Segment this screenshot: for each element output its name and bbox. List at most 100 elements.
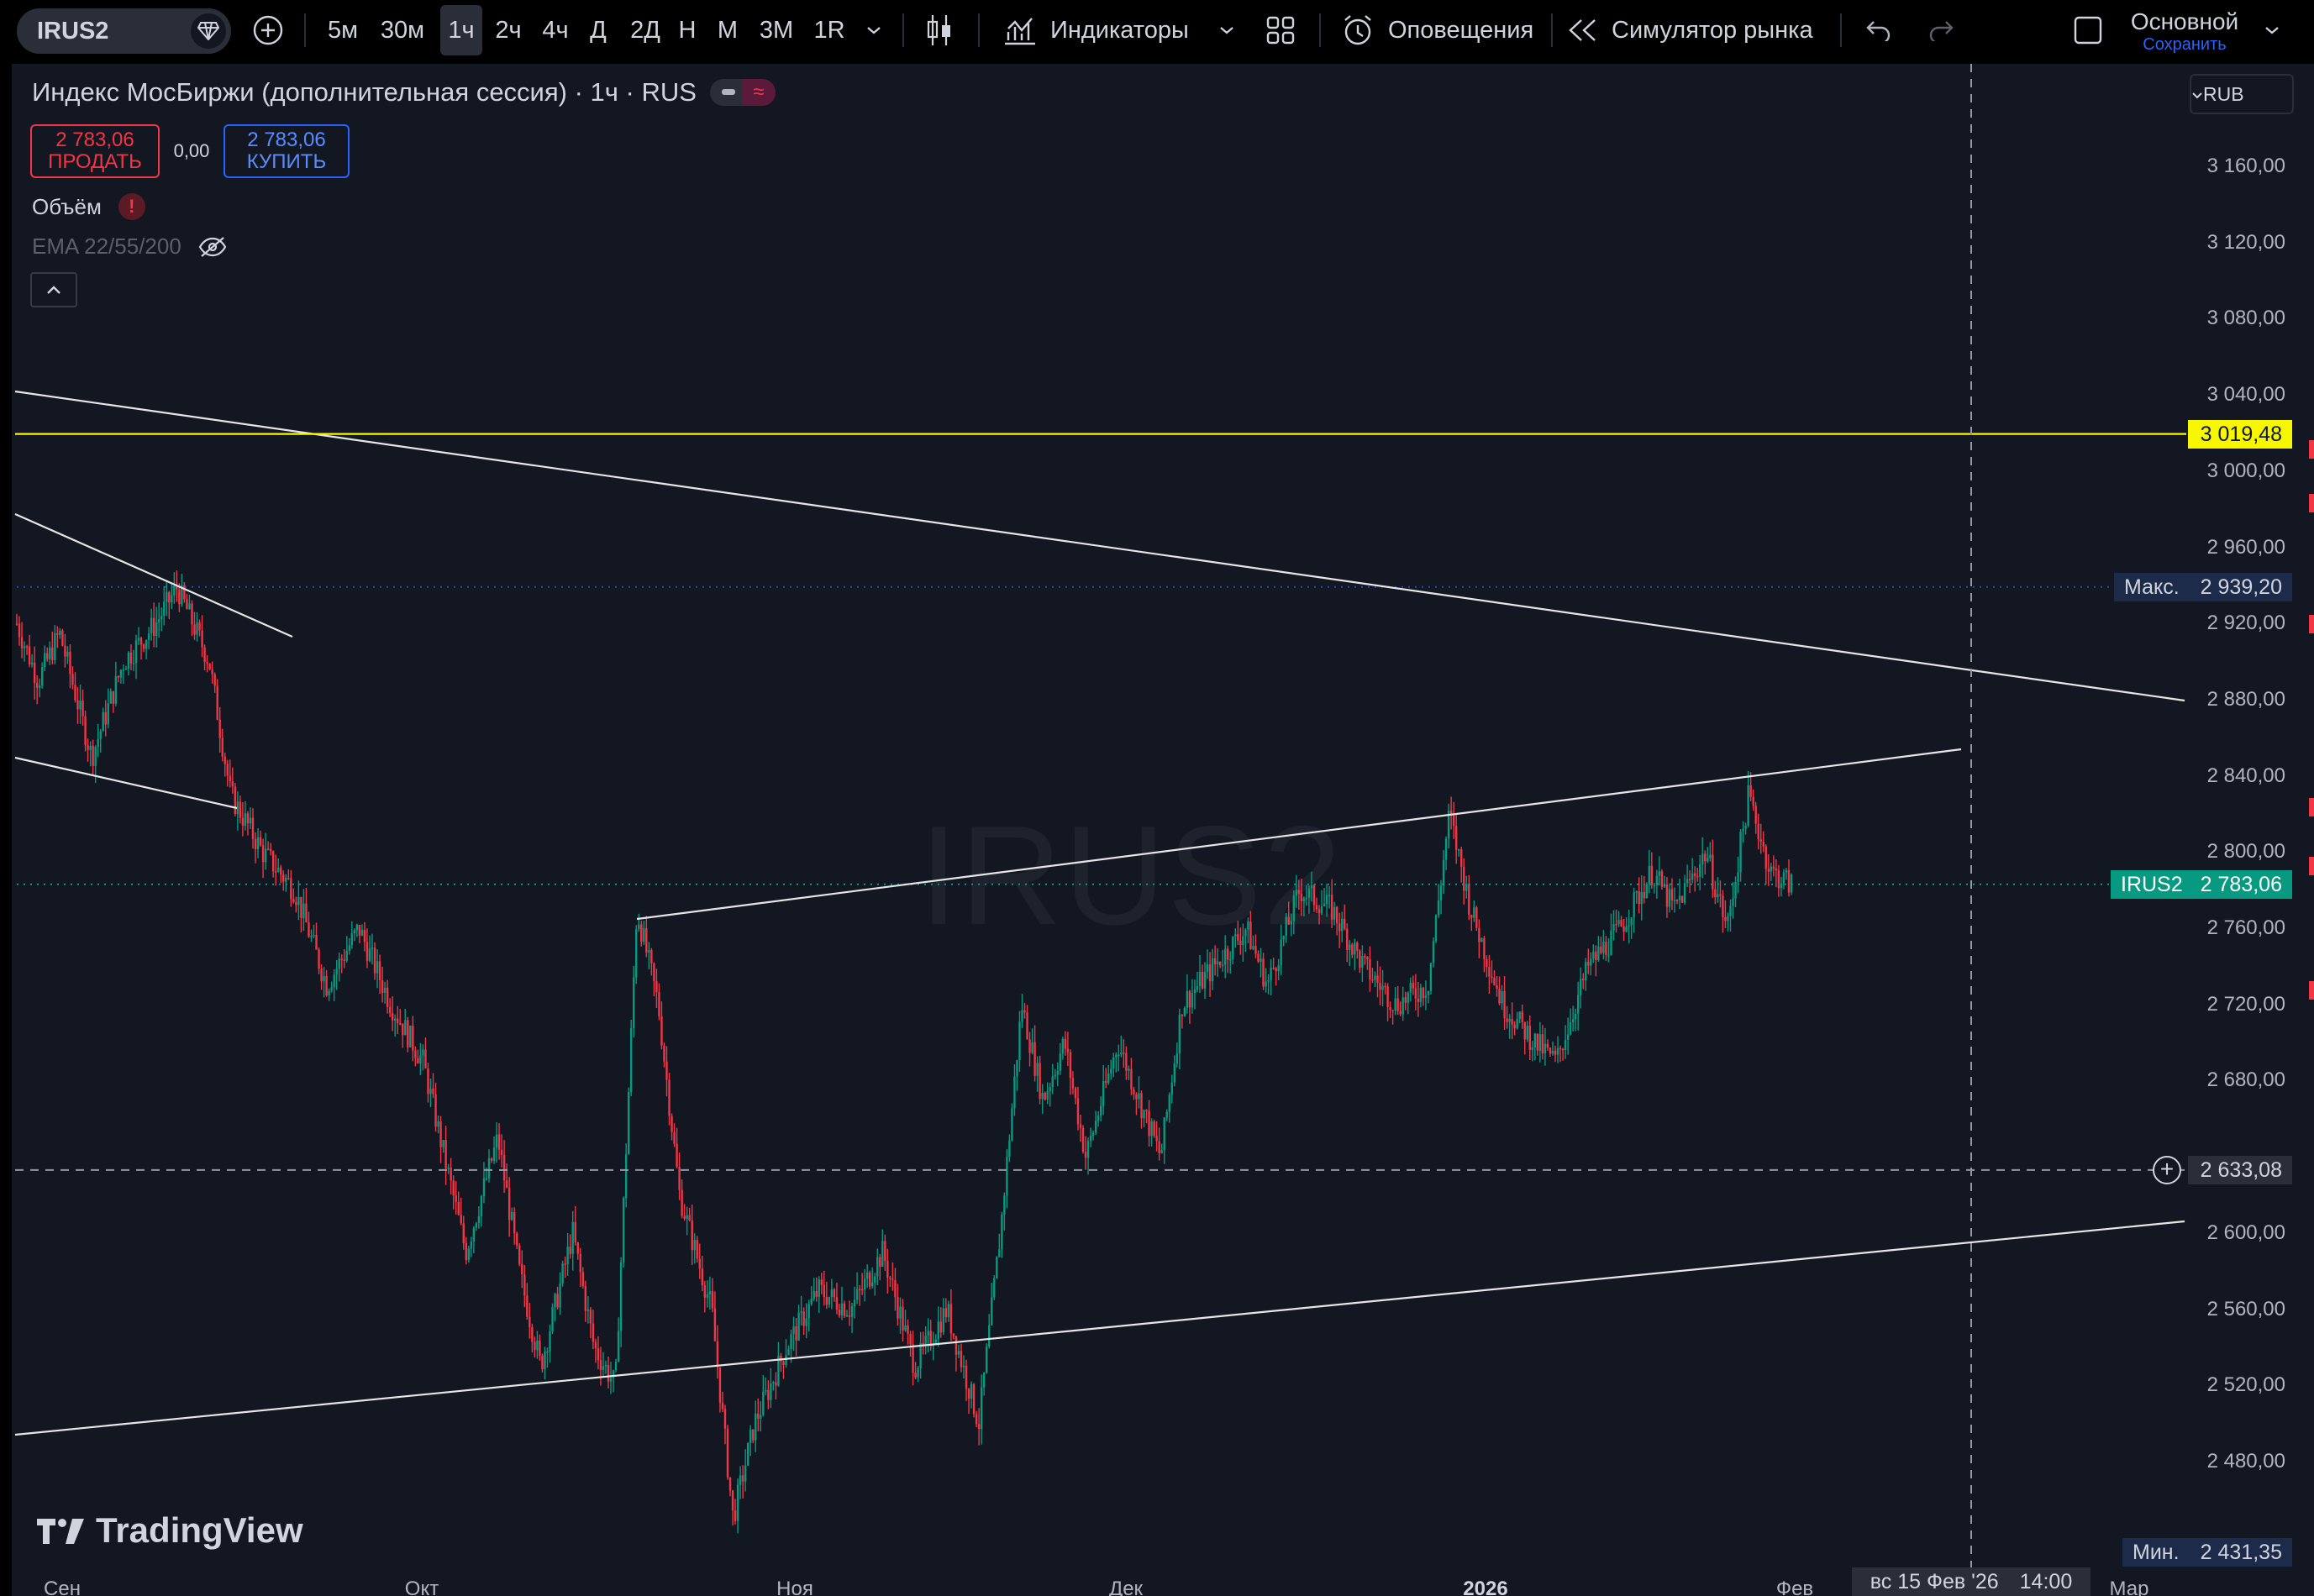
candle-body xyxy=(1186,990,1189,1008)
candle-body xyxy=(1302,898,1306,901)
candle-body xyxy=(1069,1052,1072,1079)
candle-body xyxy=(492,1147,496,1161)
candle-body xyxy=(985,1347,988,1373)
candle-body xyxy=(201,630,203,648)
candle-body xyxy=(1203,972,1207,989)
candle-body xyxy=(1454,826,1458,850)
candle-body xyxy=(1307,888,1311,898)
candle-body xyxy=(1208,964,1212,982)
candle-body xyxy=(244,813,247,826)
candle-body xyxy=(1013,1076,1016,1109)
candle-body xyxy=(683,1215,686,1219)
candle-body xyxy=(622,1198,625,1263)
candle-body xyxy=(1133,1089,1135,1095)
candle-body xyxy=(102,711,104,732)
warning-icon[interactable]: ! xyxy=(118,193,145,220)
candle-body xyxy=(393,1018,397,1021)
crosshair-time: 14:00 xyxy=(2019,1570,2073,1593)
candle-body xyxy=(721,1402,724,1410)
candle-body xyxy=(853,1299,856,1307)
candle-body xyxy=(132,663,135,664)
candle-body xyxy=(904,1325,907,1331)
candle-body xyxy=(1605,942,1607,955)
candle-body xyxy=(770,1383,772,1400)
collapse-legend-button[interactable] xyxy=(30,272,77,307)
candle-body xyxy=(865,1272,869,1279)
candle-body xyxy=(676,1143,678,1168)
candle-body xyxy=(1262,958,1265,987)
candle-body xyxy=(746,1442,749,1466)
candle-body xyxy=(645,928,648,953)
candle-body xyxy=(56,633,59,635)
candle-body xyxy=(178,589,181,605)
candle-body xyxy=(1059,1053,1062,1071)
candle-body xyxy=(1412,982,1415,989)
candle-body xyxy=(1110,1068,1112,1074)
candle-body xyxy=(1128,1068,1130,1071)
candle-body xyxy=(41,667,44,686)
candle-body xyxy=(124,668,128,670)
candle-body xyxy=(1346,928,1349,950)
candle-body xyxy=(320,969,323,982)
candle-body xyxy=(949,1304,953,1334)
candle-body xyxy=(399,1023,402,1025)
candle-body xyxy=(1150,1121,1153,1137)
candle-body xyxy=(313,934,315,937)
candle-body xyxy=(381,980,384,993)
hidden-eye-icon[interactable] xyxy=(198,236,227,258)
candle-body xyxy=(876,1257,879,1277)
tradingview-logo[interactable]: TradingView xyxy=(35,1510,303,1551)
candle-body xyxy=(648,950,650,953)
candle-body xyxy=(934,1339,937,1344)
session-status-pill[interactable]: ≈ xyxy=(709,79,776,106)
candle-body xyxy=(1265,981,1267,987)
candle-body xyxy=(937,1321,939,1340)
candle-body xyxy=(1369,958,1371,980)
candle-body xyxy=(1722,895,1724,917)
indicator-ema[interactable]: EMA 22/55/200 xyxy=(32,234,227,260)
candle-body xyxy=(749,1429,752,1443)
indicator-volume[interactable]: Объём ! xyxy=(32,193,145,220)
add-alert-plus-icon[interactable]: + xyxy=(2153,1155,2181,1184)
candle-body xyxy=(203,647,206,663)
candle-body xyxy=(1084,1152,1087,1158)
candle-body xyxy=(947,1304,950,1318)
candle-body xyxy=(965,1365,968,1389)
chevron-down-icon xyxy=(2192,92,2202,99)
candle-body xyxy=(1442,859,1445,886)
candle-body xyxy=(1120,1053,1123,1055)
candle-body xyxy=(840,1303,844,1315)
candle-body xyxy=(1221,964,1224,967)
currency-select[interactable]: RUB xyxy=(2190,74,2294,114)
buy-button[interactable]: 2 783,06 КУПИТЬ xyxy=(224,124,350,178)
candle-body xyxy=(1709,854,1712,858)
candle-body xyxy=(762,1391,765,1415)
candle-body xyxy=(198,622,201,631)
time-tick-label: Ноя xyxy=(776,1578,813,1596)
candle-body xyxy=(874,1276,876,1283)
candle-body xyxy=(1196,985,1199,990)
candle-body xyxy=(1135,1094,1138,1100)
candle-body xyxy=(782,1361,785,1365)
candle-body xyxy=(434,1094,437,1127)
candle-body xyxy=(1516,1018,1518,1029)
candle-body xyxy=(457,1201,460,1215)
candle-body xyxy=(224,756,226,764)
candle-body xyxy=(1046,1090,1049,1100)
sell-button[interactable]: 2 783,06 ПРОДАТЬ xyxy=(30,124,160,178)
candle-body xyxy=(1680,895,1684,903)
candle-body xyxy=(1686,879,1689,884)
candle-body xyxy=(1076,1098,1080,1125)
candle-body xyxy=(604,1364,607,1367)
symbol-description[interactable]: Индекс МосБиржи (дополнительная сессия) … xyxy=(32,77,697,108)
candle-body xyxy=(229,775,232,781)
candle-body xyxy=(1770,866,1773,872)
candle-body xyxy=(597,1348,600,1361)
candle-body xyxy=(290,878,292,900)
candle-body xyxy=(564,1263,566,1265)
candle-body xyxy=(599,1360,602,1370)
low-price-badge: 2 431,35 xyxy=(2188,1538,2292,1567)
candle-body xyxy=(1660,871,1664,887)
candle-body xyxy=(99,731,102,739)
candle-body xyxy=(787,1349,790,1356)
